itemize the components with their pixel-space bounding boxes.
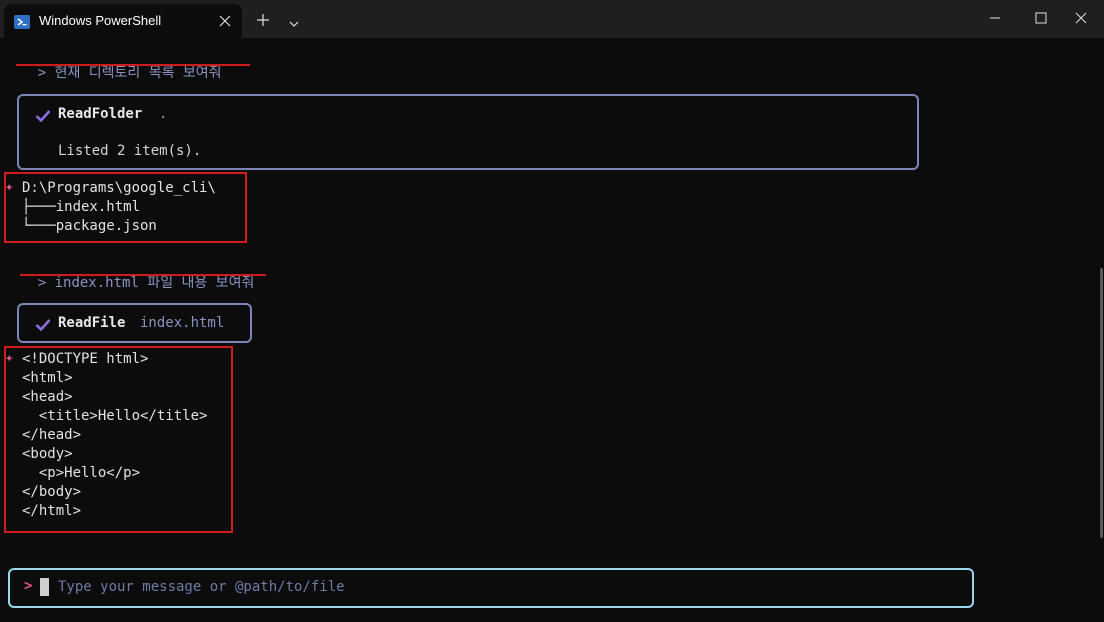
input-placeholder: Type your message or @path/to/file <box>58 579 345 595</box>
tool-arg: . <box>159 106 168 122</box>
response-line: D:\Programs\google_cli\ <box>22 180 216 196</box>
close-icon <box>1075 12 1087 24</box>
tool-call-box: ReadFile index.html <box>17 303 252 343</box>
response-marker: ✦ <box>5 350 14 366</box>
query-text: 현재 디렉토리 목록 보여줘 <box>54 65 222 81</box>
title-bar: Windows PowerShell <box>0 0 1104 38</box>
response-line: └───package.json <box>22 218 157 234</box>
close-icon[interactable] <box>218 13 232 32</box>
red-underline <box>20 274 266 276</box>
plus-icon[interactable] <box>256 12 270 31</box>
tool-name: ReadFolder <box>58 106 143 122</box>
check-icon <box>35 108 51 127</box>
input-prompt: > <box>24 578 33 594</box>
tool-result: Listed 2 item(s). <box>58 143 202 159</box>
message-input[interactable]: > Type your message or @path/to/file <box>8 568 974 608</box>
terminal-area[interactable]: > 현재 디렉토리 목록 보여줘 ReadFolder . Listed 2 i… <box>0 38 1104 622</box>
code-line: <html> <box>22 370 73 386</box>
code-line: </body> <box>22 484 82 500</box>
chevron-down-icon[interactable] <box>288 14 300 33</box>
response-line: ├───index.html <box>22 199 141 215</box>
text-cursor <box>40 578 49 596</box>
powershell-icon <box>14 14 30 34</box>
code-line: <head> <box>22 389 73 405</box>
minimize-button[interactable] <box>972 0 1018 36</box>
close-window-button[interactable] <box>1058 0 1104 36</box>
query-text: index.html 파일 내용 보여줘 <box>54 275 255 291</box>
tool-call-box: ReadFolder . Listed 2 item(s). <box>17 94 919 170</box>
prompt-symbol: > <box>37 275 47 291</box>
red-underline <box>16 64 250 66</box>
response-marker: ✦ <box>5 179 14 195</box>
tab-powershell[interactable]: Windows PowerShell <box>4 4 242 38</box>
tool-name: ReadFile <box>58 315 126 331</box>
code-line: <body> <box>22 446 73 462</box>
maximize-icon <box>1035 12 1047 24</box>
code-line: </head> <box>22 427 82 443</box>
check-icon <box>35 317 51 336</box>
tool-arg: index.html <box>140 315 225 331</box>
code-line: <title>Hello</title> <box>22 408 208 424</box>
prompt-symbol: > <box>37 65 47 81</box>
tab-title: Windows PowerShell <box>39 13 162 28</box>
code-line: <!DOCTYPE html> <box>22 351 149 367</box>
code-line: <p>Hello</p> <box>22 465 141 481</box>
scrollbar[interactable] <box>1100 268 1103 538</box>
code-line: </html> <box>22 503 82 519</box>
minimize-icon <box>990 17 1000 19</box>
